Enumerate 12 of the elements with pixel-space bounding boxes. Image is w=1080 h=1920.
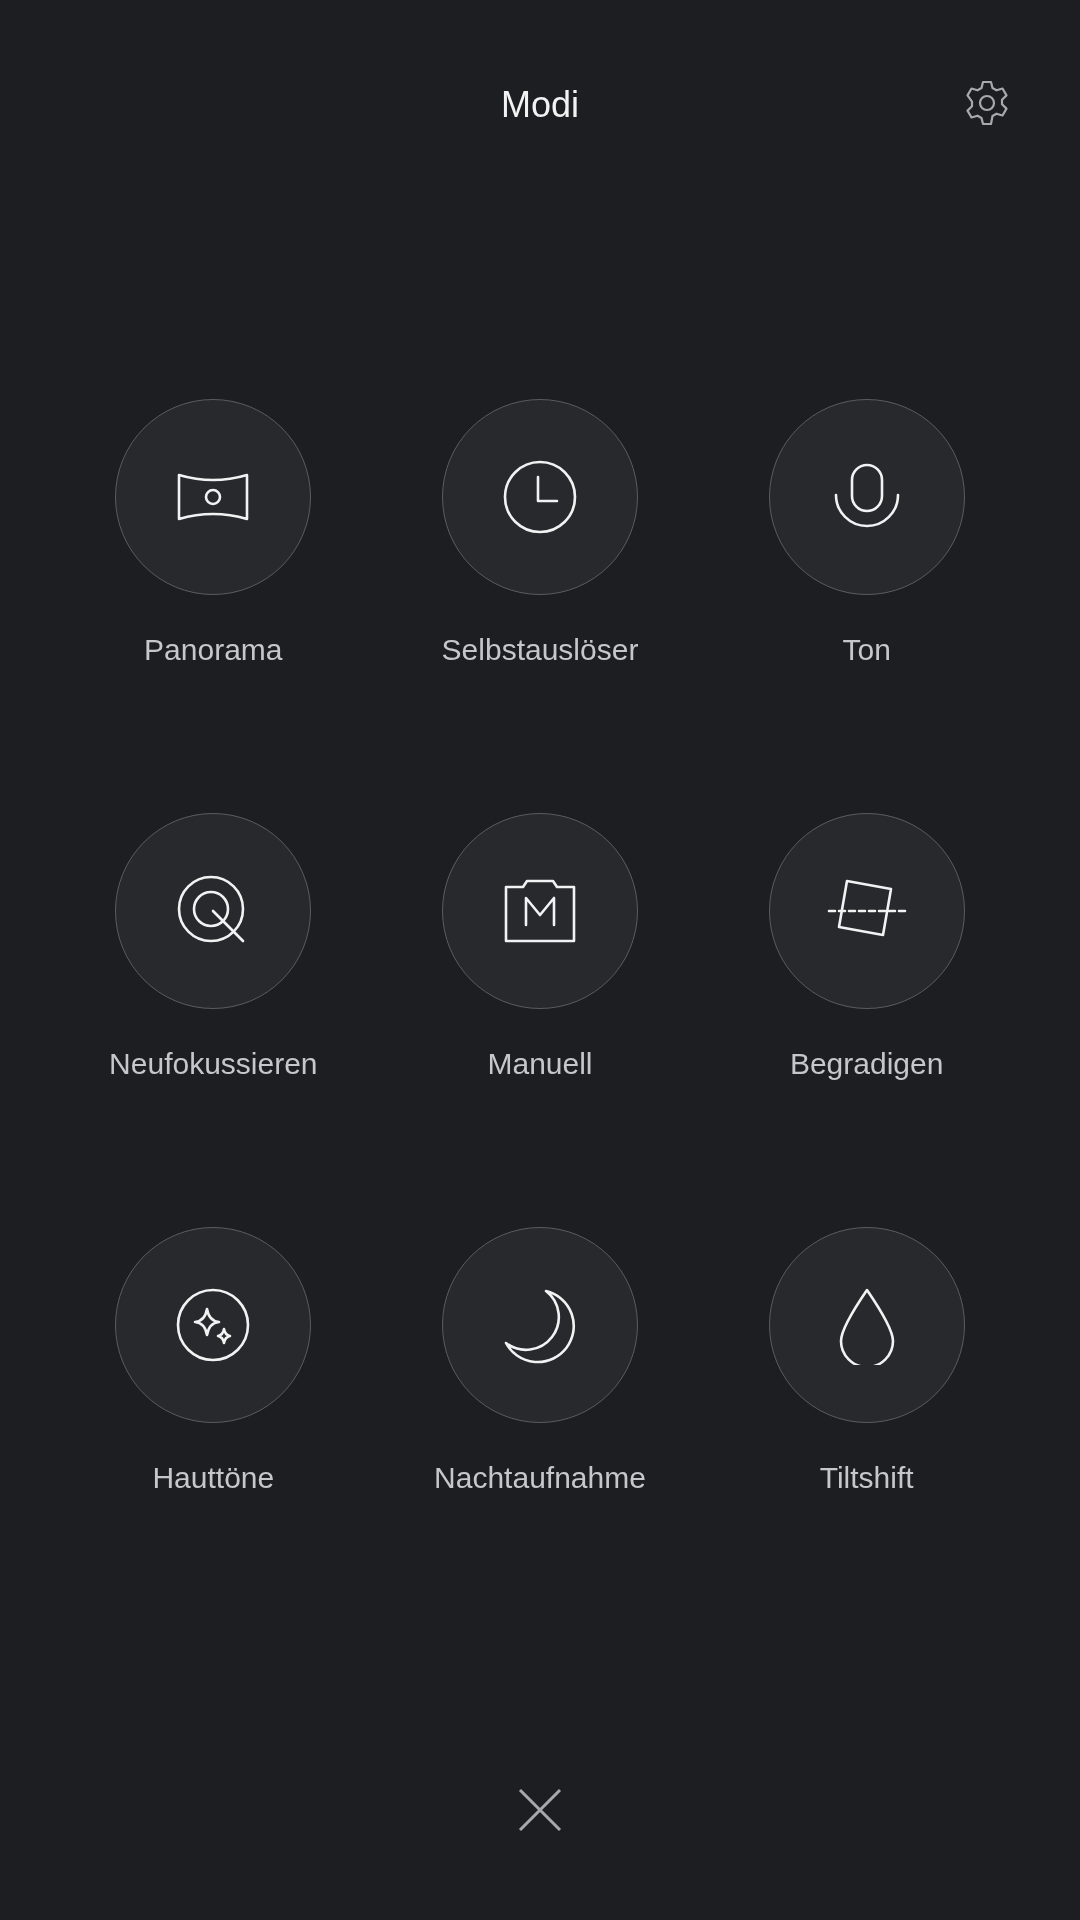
mode-label: Ton: [842, 633, 891, 667]
mode-label: Nachtaufnahme: [434, 1461, 646, 1495]
mode-label: Neufokussieren: [109, 1047, 318, 1081]
mode-label: Hauttöne: [152, 1461, 275, 1495]
mode-label: Selbstauslöser: [441, 633, 639, 667]
mode-label: Begradigen: [789, 1047, 944, 1081]
settings-icon[interactable]: [963, 79, 1011, 127]
close-icon[interactable]: [518, 1788, 562, 1832]
mode-label: Tiltshift: [819, 1461, 914, 1495]
mode-label: Panorama: [144, 633, 283, 667]
mode-label: Manuell: [487, 1047, 593, 1081]
screen-title: Modi: [501, 84, 579, 126]
